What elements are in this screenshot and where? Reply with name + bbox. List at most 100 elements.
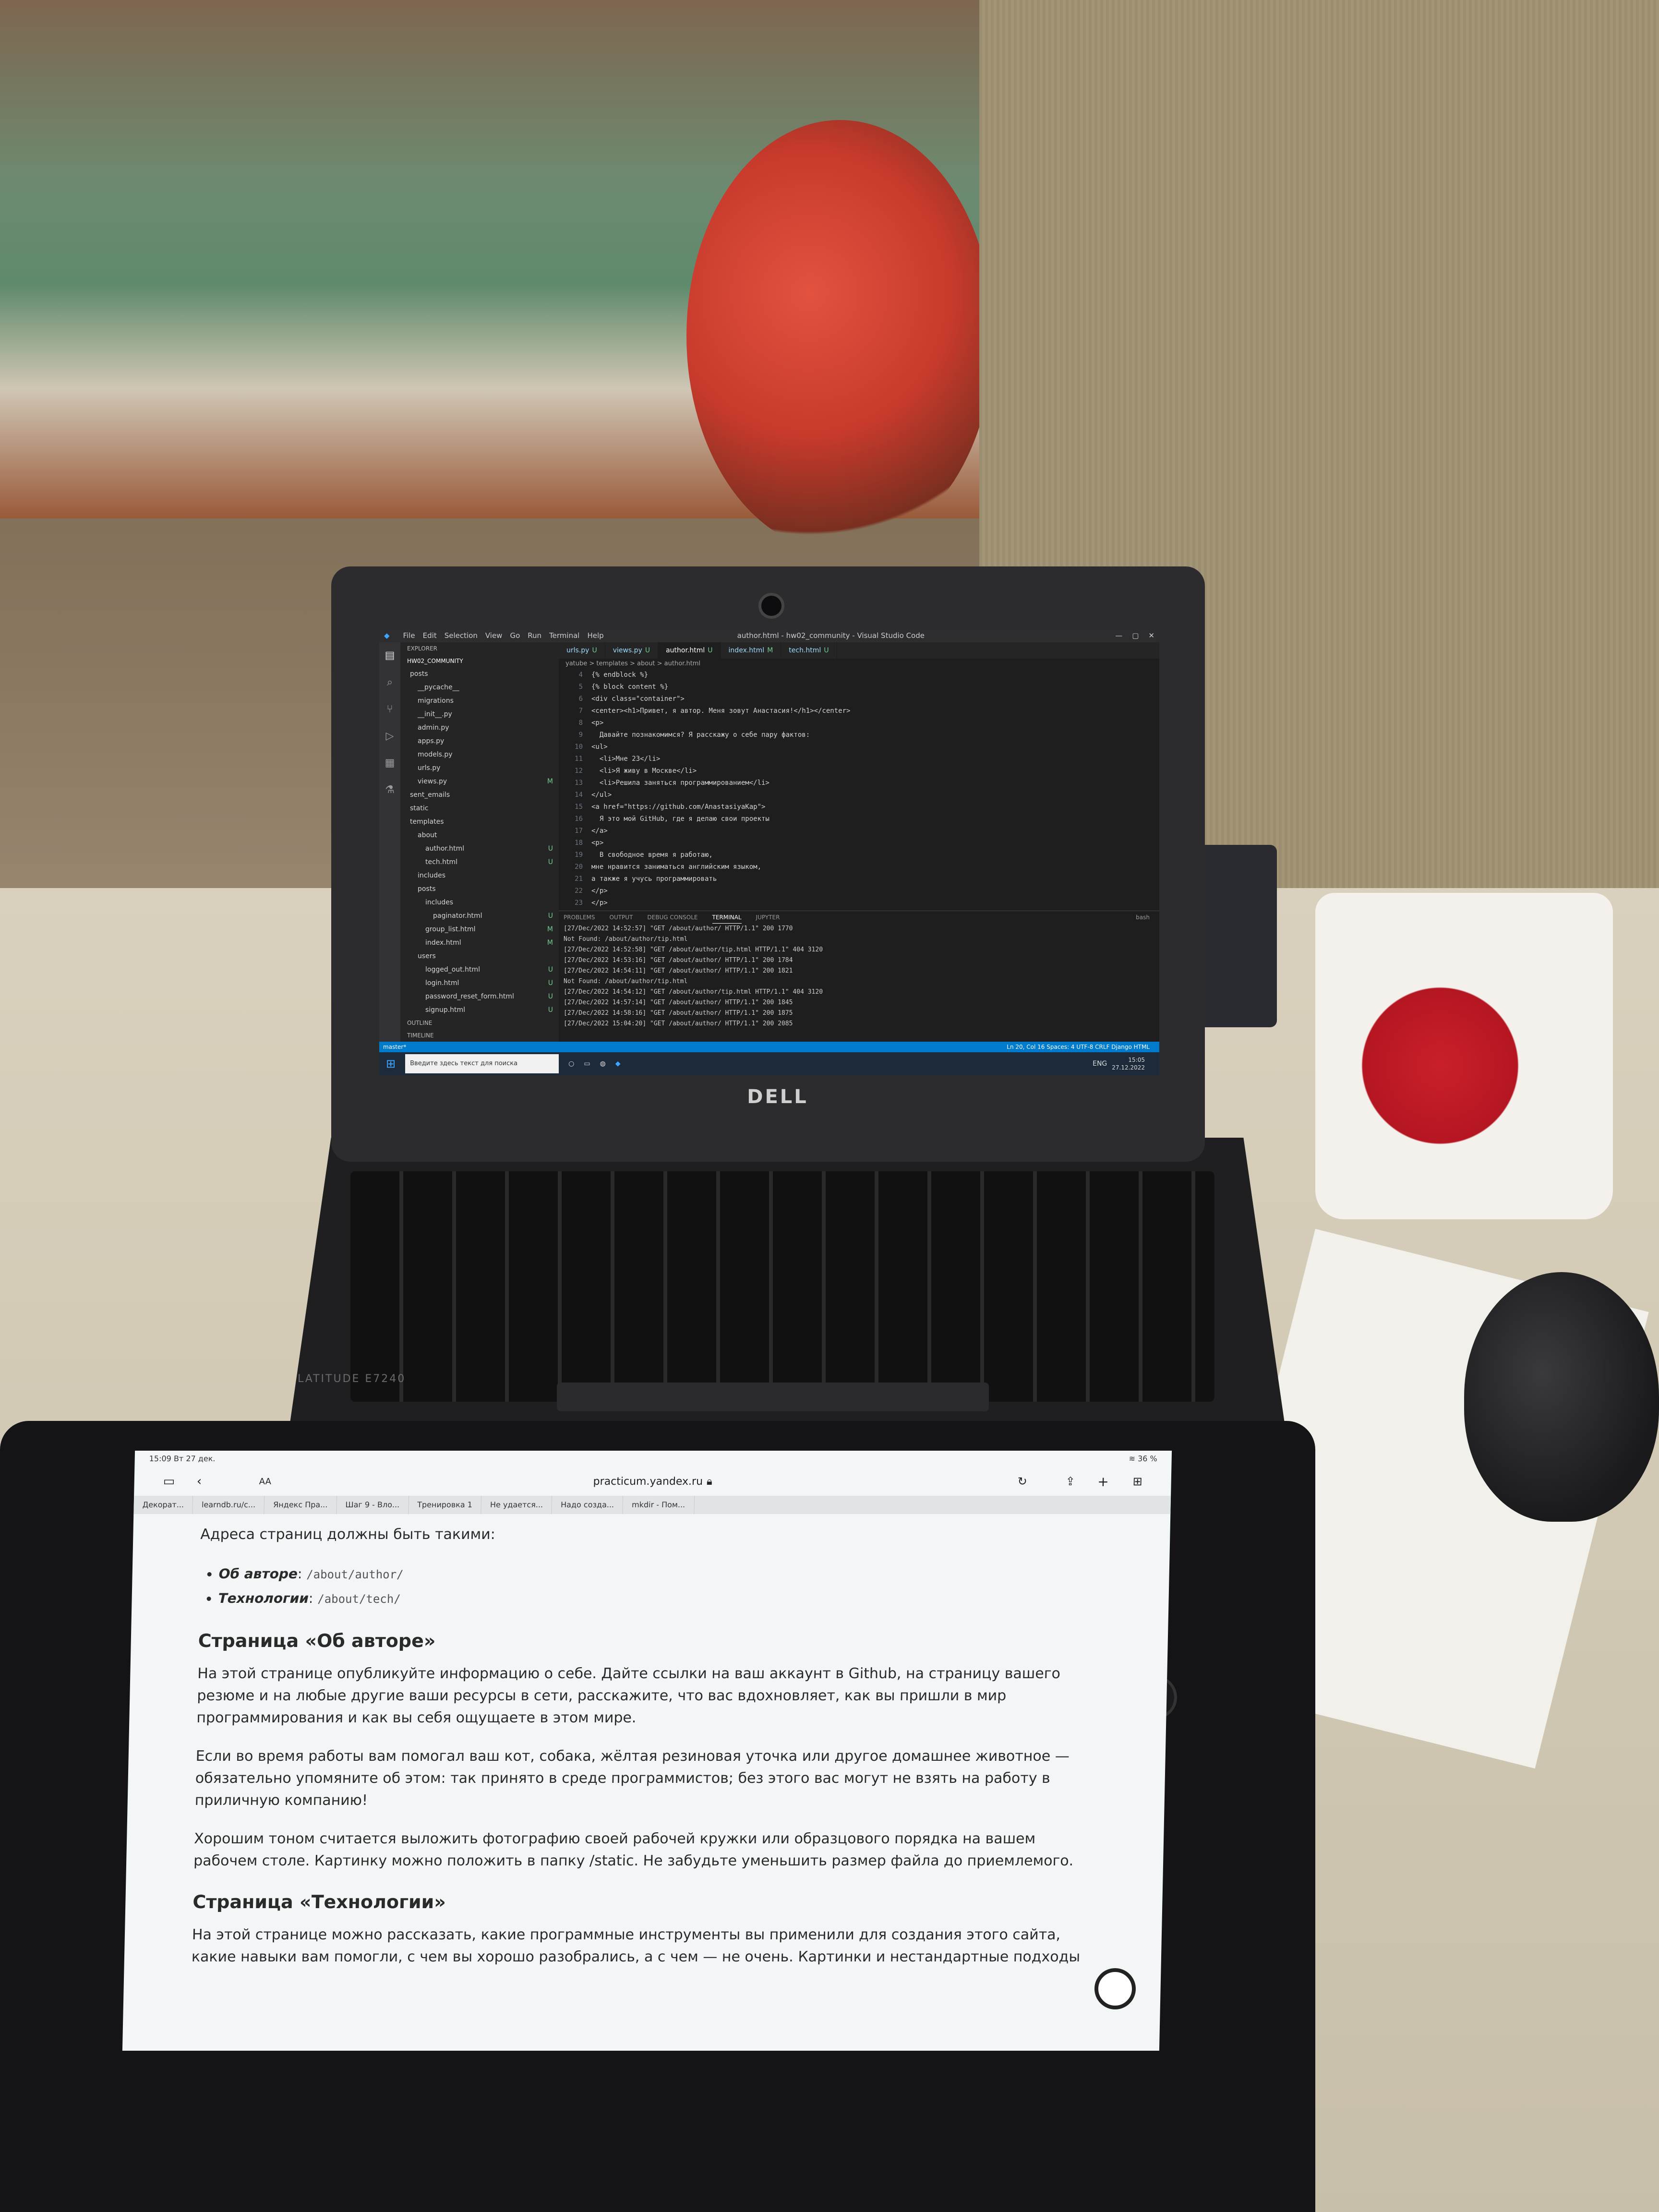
editor-tab-tech-html[interactable]: tech.html U: [781, 642, 837, 659]
tree-item[interactable]: includes: [400, 896, 559, 909]
tree-item[interactable]: __init__.py: [400, 708, 559, 721]
explorer-app-icon[interactable]: ▭: [584, 1060, 590, 1068]
git-branch[interactable]: master*: [383, 1042, 406, 1052]
panel-tab[interactable]: TERMINAL: [712, 911, 742, 924]
menu-item[interactable]: Help: [587, 631, 603, 640]
share-icon[interactable]: ⇪: [1065, 1475, 1075, 1488]
tab-overview-icon[interactable]: ⊞: [1132, 1475, 1142, 1488]
tree-item[interactable]: posts: [400, 882, 559, 896]
menu-item[interactable]: Run: [528, 631, 541, 640]
tree-item[interactable]: login.html U: [400, 976, 559, 990]
tree-item[interactable]: views.py M: [400, 775, 559, 788]
timeline-section[interactable]: TIMELINE: [400, 1029, 559, 1042]
taskbar-search[interactable]: Введите здесь текст для поиска: [405, 1054, 559, 1073]
tree-item[interactable]: posts: [400, 667, 559, 681]
project-name[interactable]: HW02_COMMUNITY: [400, 655, 559, 667]
browser-tab[interactable]: Декорат...: [133, 1496, 193, 1514]
tree-item-badge: U: [548, 845, 553, 853]
terminal-shell-label[interactable]: bash: [1136, 911, 1150, 924]
taskview-icon[interactable]: ○: [568, 1060, 574, 1068]
sidebar-icon[interactable]: ▭: [163, 1474, 175, 1489]
status-right[interactable]: Ln 20, Col 16 Spaces: 4 UTF-8 CRLF Djang…: [1007, 1042, 1150, 1052]
menu-item[interactable]: Terminal: [549, 631, 579, 640]
tree-item-label: signup.html: [425, 1006, 466, 1014]
tree-item[interactable]: admin.py: [400, 721, 559, 734]
vscode-titlebar: ◆ File Edit Selection View Go Run Terminal Help…: [379, 629, 1159, 642]
tree-item[interactable]: templates: [400, 815, 559, 829]
menu-item[interactable]: Selection: [445, 631, 478, 640]
tablet-date: Вт 27 дек.: [173, 1454, 216, 1463]
breadcrumb[interactable]: yatube > templates > about > author.html: [559, 659, 1159, 669]
maximize-icon[interactable]: ▢: [1132, 629, 1139, 642]
back-icon[interactable]: ‹: [196, 1474, 202, 1489]
tree-item[interactable]: about: [400, 829, 559, 842]
browser-tab[interactable]: Не удается...: [481, 1496, 553, 1514]
tree-item[interactable]: urls.py: [400, 761, 559, 775]
tree-item[interactable]: __pycache__: [400, 681, 559, 694]
tree-item[interactable]: group_list.html M: [400, 923, 559, 936]
vscode-app-icon[interactable]: ◆: [615, 1060, 621, 1068]
tree-item[interactable]: password_reset_form.html U: [400, 990, 559, 1003]
tree-item[interactable]: author.html U: [400, 842, 559, 855]
menu-item[interactable]: File: [403, 631, 415, 640]
tree-item[interactable]: migrations: [400, 694, 559, 708]
tree-item-badge: U: [548, 858, 553, 866]
windows-start-icon[interactable]: ⊞: [386, 1057, 396, 1070]
tree-item[interactable]: sent_emails: [400, 788, 559, 802]
browser-app-icon[interactable]: ◍: [600, 1060, 606, 1068]
tree-item[interactable]: users: [400, 950, 559, 963]
browser-tab[interactable]: Тренировка 1: [408, 1496, 482, 1514]
editor-tab-index-html[interactable]: index.html M: [721, 642, 781, 659]
tree-item[interactable]: index.html M: [400, 936, 559, 950]
line-number: 12: [575, 767, 583, 775]
tree-item[interactable]: paginator.html U: [400, 909, 559, 923]
tab-label: index.html: [728, 647, 765, 654]
source-control-icon[interactable]: ⑂: [379, 696, 400, 723]
browser-tab[interactable]: Шаг 9 - Вло...: [337, 1496, 409, 1514]
new-tab-icon[interactable]: +: [1097, 1474, 1109, 1490]
language-indicator[interactable]: ENG: [1093, 1060, 1107, 1068]
chat-bubble-icon[interactable]: [1094, 1968, 1136, 2009]
tree-item[interactable]: signup.html U: [400, 1003, 559, 1017]
outline-section[interactable]: OUTLINE: [400, 1017, 559, 1029]
terminal-output[interactable]: [27/Dec/2022 14:52:57] "GET /about/autho…: [559, 924, 1159, 1029]
tree-item[interactable]: includes: [400, 869, 559, 882]
browser-tab[interactable]: mkdir - Пом...: [623, 1496, 695, 1514]
taskbar-clock[interactable]: 15:05 27.12.2022: [1112, 1056, 1145, 1071]
editor-tab-views-py[interactable]: views.py U: [605, 642, 659, 659]
search-icon[interactable]: ⌕: [379, 669, 400, 696]
code-line: 5 {% block content %}: [564, 681, 1159, 693]
menu-item[interactable]: Go: [510, 631, 520, 640]
browser-tab[interactable]: Яндекс Пра...: [264, 1496, 337, 1514]
tree-item[interactable]: tech.html U: [400, 855, 559, 869]
panel-tab[interactable]: JUPYTER: [756, 911, 780, 924]
reload-icon[interactable]: ↻: [1017, 1475, 1027, 1488]
menu-item[interactable]: View: [485, 631, 503, 640]
text-size-button[interactable]: AA: [259, 1477, 272, 1487]
files-icon[interactable]: ▤: [379, 642, 400, 669]
panel-tab[interactable]: OUTPUT: [610, 911, 633, 924]
address-bar[interactable]: practicum.yandex.ru: [593, 1476, 703, 1488]
extensions-icon[interactable]: ▦: [379, 750, 400, 777]
testing-icon[interactable]: ⚗: [379, 777, 400, 804]
line-number: 21: [575, 875, 583, 883]
tree-item-label: logged_out.html: [425, 966, 480, 974]
touchpad: [557, 1382, 989, 1411]
line-number: 10: [575, 743, 583, 751]
tree-item[interactable]: logged_out.html U: [400, 963, 559, 976]
run-debug-icon[interactable]: ▷: [379, 723, 400, 750]
tree-item[interactable]: static: [400, 802, 559, 815]
editor-tab-author-html[interactable]: author.html U: [658, 642, 721, 659]
tree-item[interactable]: models.py: [400, 748, 559, 761]
tree-item[interactable]: apps.py: [400, 734, 559, 748]
panel-tab[interactable]: PROBLEMS: [564, 911, 595, 924]
close-icon[interactable]: ✕: [1148, 629, 1154, 642]
browser-tab[interactable]: learndb.ru/c...: [192, 1496, 265, 1514]
code-editor[interactable]: 4 {% endblock %} 5 {% block content %} 6 <div…: [559, 669, 1159, 911]
minimize-icon[interactable]: —: [1115, 629, 1122, 642]
editor-tab-urls-py[interactable]: urls.py U: [559, 642, 605, 659]
tree-item-label: posts: [418, 885, 436, 893]
browser-tab[interactable]: Надо созда...: [552, 1496, 624, 1514]
menu-item[interactable]: Edit: [423, 631, 437, 640]
panel-tab[interactable]: DEBUG CONSOLE: [647, 911, 697, 924]
